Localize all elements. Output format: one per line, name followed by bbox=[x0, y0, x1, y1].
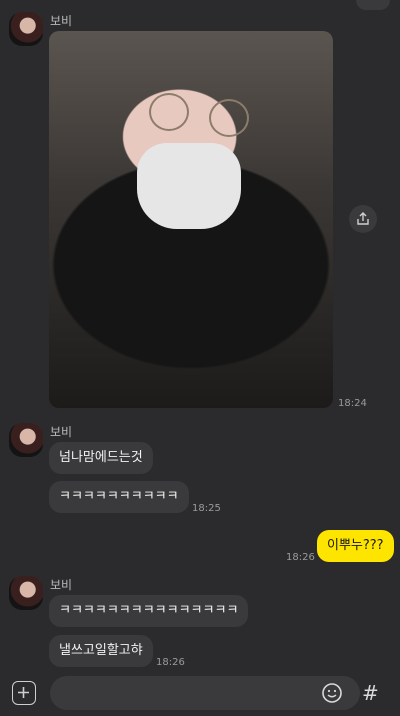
message-input[interactable] bbox=[50, 676, 360, 710]
emoji-icon bbox=[322, 683, 342, 703]
photo-content bbox=[149, 93, 249, 137]
message-time: 18:26 bbox=[156, 657, 185, 668]
message-time: 18:26 bbox=[286, 552, 315, 563]
message-bubble[interactable]: ㅋㅋㅋㅋㅋㅋㅋㅋㅋㅋ bbox=[49, 481, 189, 513]
message-bubble[interactable]: ㅋㅋㅋㅋㅋㅋㅋㅋㅋㅋㅋㅋㅋㅋㅋ bbox=[49, 595, 249, 627]
sender-name: 보비 bbox=[50, 578, 73, 592]
message-bubble[interactable]: 낼쓰고일할고햐 bbox=[49, 635, 153, 667]
avatar[interactable] bbox=[9, 12, 43, 46]
photo-message[interactable] bbox=[49, 31, 333, 408]
sender-name: 보비 bbox=[50, 14, 73, 28]
share-button[interactable] bbox=[349, 205, 377, 233]
message-bubble[interactable]: 넘나맘에드는것 bbox=[49, 442, 153, 474]
emoji-button[interactable] bbox=[321, 682, 343, 704]
add-attachment-button[interactable] bbox=[12, 681, 36, 705]
hash-icon[interactable]: # bbox=[362, 683, 379, 703]
sender-name: 보비 bbox=[50, 425, 73, 439]
avatar[interactable] bbox=[9, 423, 43, 457]
plus-icon bbox=[18, 687, 29, 698]
avatar[interactable] bbox=[9, 576, 43, 610]
my-message-bubble[interactable]: 이뿌누??? bbox=[317, 530, 394, 562]
message-time: 18:25 bbox=[192, 503, 221, 514]
top-right-partial-button[interactable] bbox=[356, 0, 390, 10]
message-time: 18:24 bbox=[338, 398, 367, 409]
share-icon bbox=[357, 212, 369, 225]
